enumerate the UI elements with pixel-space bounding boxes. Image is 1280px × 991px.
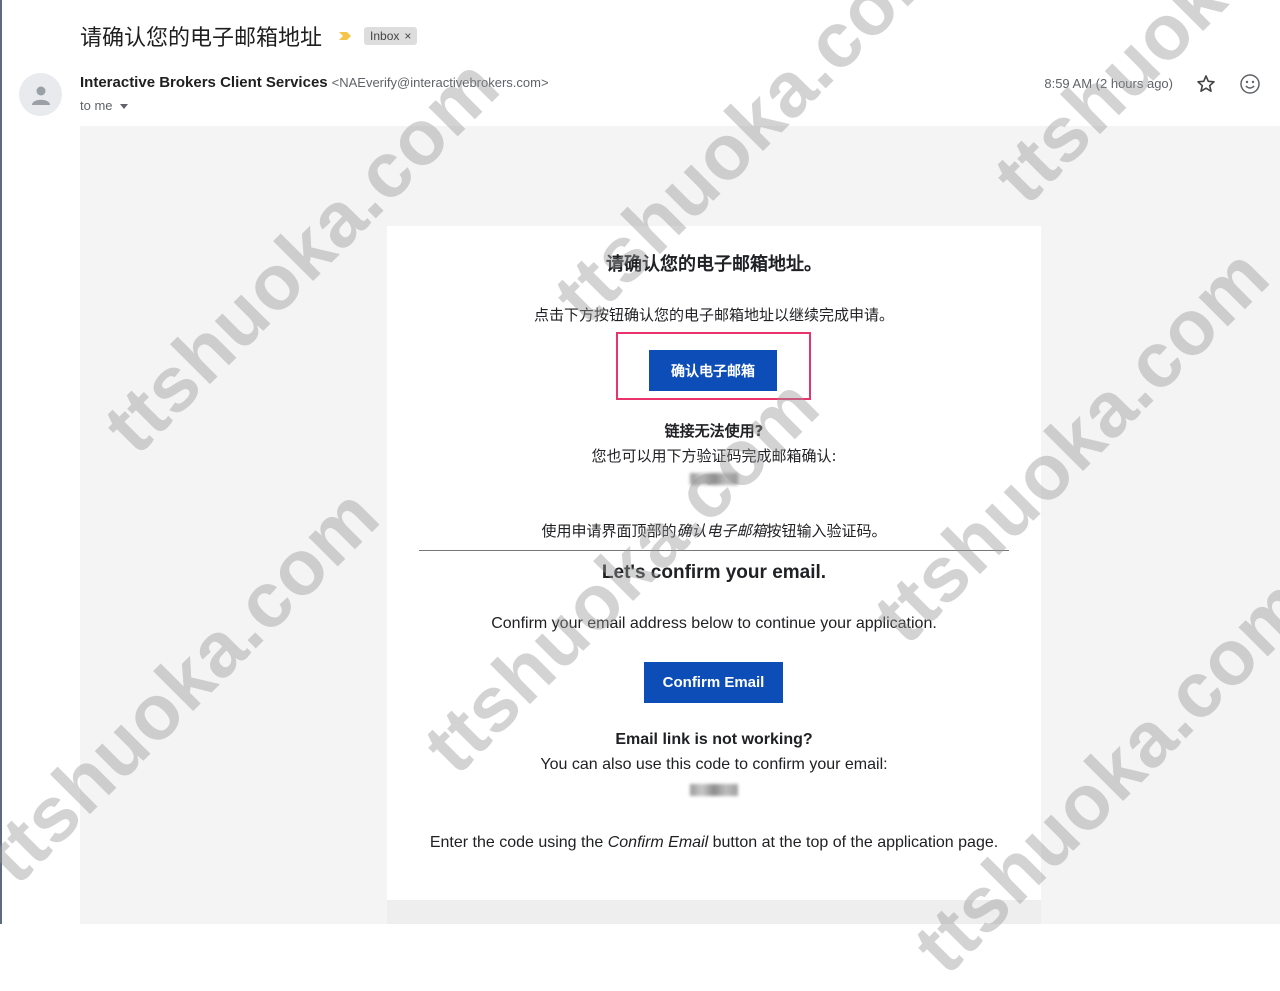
recipient-label: to me [80, 98, 113, 113]
star-button[interactable] [1196, 74, 1216, 94]
subject-row: 请确认您的电子邮箱地址 Inbox × [80, 18, 418, 54]
emoji-icon [1240, 74, 1260, 94]
person-icon [31, 86, 50, 105]
zh-intro: 点击下方按钮确认您的电子邮箱地址以继续完成申请。 [533, 306, 894, 324]
en-heading: Let's confirm your email. [601, 562, 827, 583]
zh-alt-instructions: 您也可以用下方验证码完成邮箱确认: [591, 447, 837, 465]
received-time: 8:59 AM (2 hours ago) [1044, 76, 1173, 91]
divider [419, 550, 1009, 551]
avatar[interactable] [19, 73, 62, 116]
email-subject: 请确认您的电子邮箱地址 [80, 26, 323, 51]
sender-email: <NAEverify@interactivebrokers.com> [331, 75, 549, 90]
zh-heading: 请确认您的电子邮箱地址。 [606, 254, 822, 275]
zh-link-not-working: 链接无法使用? [664, 422, 764, 440]
zh-enter-instructions: 使用申请界面顶部的确认电子邮箱按钮输入验证码。 [387, 520, 1041, 541]
card-footer [387, 900, 1041, 924]
sender-row: Interactive Brokers Client Services <NAE… [80, 74, 549, 91]
verification-code-blurred [690, 473, 738, 485]
star-icon [1197, 75, 1215, 92]
en-intro: Confirm your email address below to cont… [491, 615, 937, 632]
recipient-row[interactable]: to me [80, 98, 129, 113]
en-enter-instructions: Enter the code using the Confirm Email b… [427, 830, 1001, 856]
dropdown-icon[interactable] [119, 101, 129, 111]
zh-enter-suffix: 按钮输入验证码。 [766, 522, 887, 540]
verification-code-blurred [690, 784, 738, 796]
importance-icon[interactable] [338, 29, 352, 43]
en-enter-suffix: button at the top of the application pag… [708, 834, 999, 851]
zh-enter-prefix: 使用申请界面顶部的 [541, 522, 677, 540]
en-enter-prefix: Enter the code using the [429, 834, 608, 851]
sender-name[interactable]: Interactive Brokers Client Services [80, 74, 328, 91]
remove-label-icon[interactable]: × [404, 29, 411, 43]
inbox-label-chip[interactable]: Inbox × [364, 27, 418, 45]
emoji-reaction-button[interactable] [1239, 73, 1261, 95]
en-enter-italic: Confirm Email [607, 834, 709, 851]
en-link-not-working: Email link is not working? [615, 731, 813, 748]
inbox-label-text: Inbox [370, 29, 400, 43]
left-border [0, 0, 2, 924]
en-alt-instructions: You can also use this code to confirm yo… [540, 756, 888, 773]
confirm-email-button[interactable]: Confirm Email [644, 662, 783, 703]
zh-confirm-email-button[interactable]: 确认电子邮箱 [649, 350, 777, 391]
zh-enter-italic: 确认电子邮箱 [676, 522, 767, 540]
email-card: 请确认您的电子邮箱地址。 点击下方按钮确认您的电子邮箱地址以继续完成申请。 确认… [387, 226, 1041, 924]
